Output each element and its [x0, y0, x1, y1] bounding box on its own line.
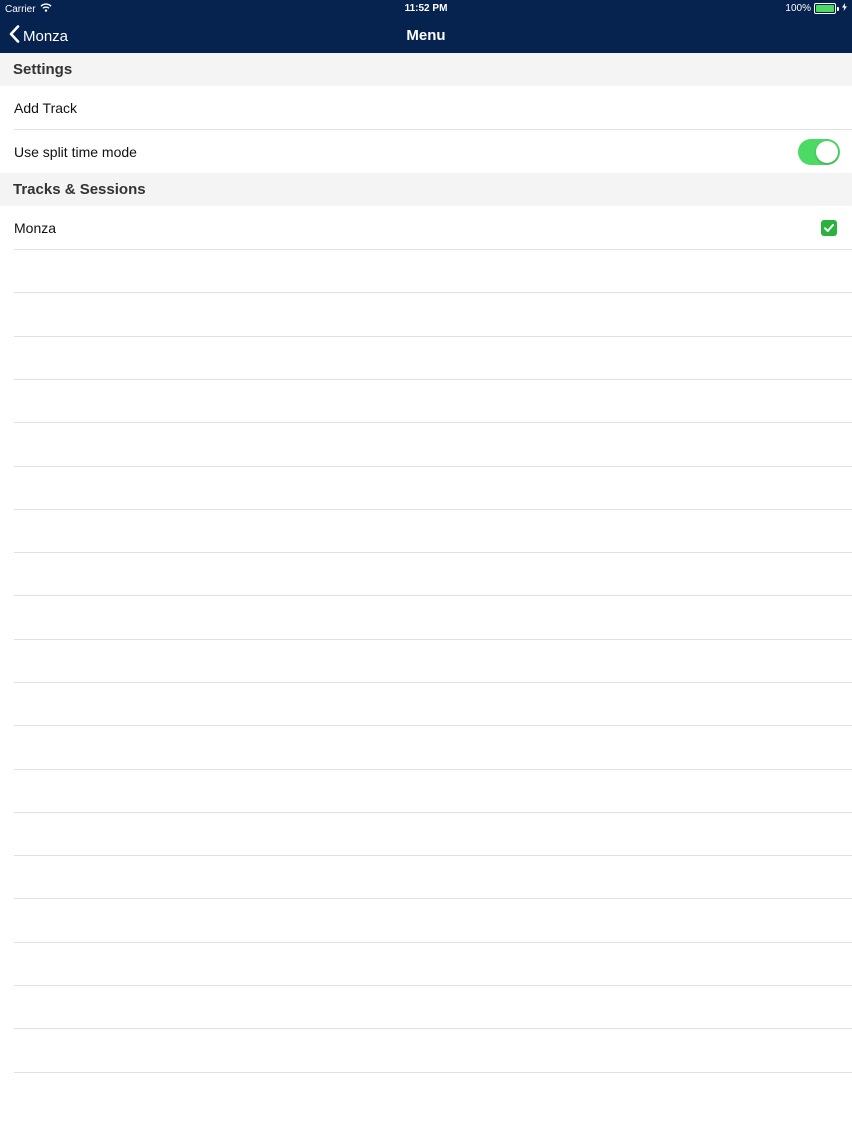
section-header-settings: Settings [0, 53, 852, 86]
section-header-tracks: Tracks & Sessions [0, 173, 852, 206]
split-time-mode-toggle[interactable] [798, 139, 840, 165]
split-time-mode-label: Use split time mode [14, 143, 137, 160]
nav-bar: Monza Menu [0, 17, 852, 53]
row-divider [14, 292, 852, 293]
row-divider [14, 639, 852, 640]
row-divider [14, 985, 852, 986]
row-divider [14, 379, 852, 380]
row-divider [14, 855, 852, 856]
status-bar: Carrier 11:52 PM 100% [0, 0, 852, 17]
row-divider [14, 466, 852, 467]
row-divider [14, 595, 852, 596]
row-divider [14, 682, 852, 683]
row-divider [14, 1028, 852, 1029]
battery-percent: 100% [785, 3, 811, 14]
row-divider [14, 725, 852, 726]
toggle-knob [816, 141, 838, 163]
add-track-row[interactable]: Add Track [0, 86, 852, 129]
navigation-header: Carrier 11:52 PM 100% Monza Menu [0, 0, 852, 53]
status-time: 11:52 PM [404, 3, 448, 14]
row-divider [14, 422, 852, 423]
row-divider [14, 812, 852, 813]
checkmark-icon [821, 220, 837, 236]
row-divider [14, 336, 852, 337]
row-divider [14, 509, 852, 510]
battery-icon [814, 3, 836, 14]
row-divider [14, 769, 852, 770]
page-title: Menu [406, 27, 446, 44]
add-track-label: Add Track [14, 99, 78, 116]
row-divider [14, 898, 852, 899]
track-label: Monza [14, 219, 57, 236]
battery-level-fill [816, 5, 834, 12]
track-row-monza[interactable]: Monza [0, 206, 852, 249]
row-divider [14, 552, 852, 553]
charging-bolt-icon [842, 3, 847, 14]
split-time-mode-row: Use split time mode [0, 130, 852, 173]
battery-cap [837, 6, 839, 11]
menu-screen: Carrier 11:52 PM 100% Monza Menu Setting… [0, 0, 852, 1136]
row-divider [14, 249, 852, 250]
row-divider [14, 942, 852, 943]
row-divider [14, 1072, 852, 1073]
battery-indicator: 100% [785, 3, 847, 14]
